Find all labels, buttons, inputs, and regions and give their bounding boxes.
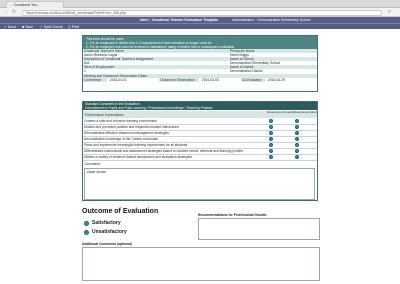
co-evaluator-date-field[interactable]: 2016-04-29 (267, 78, 315, 82)
print-button[interactable]: ⎙ Print (68, 24, 79, 30)
employment-term-field[interactable]: 1 (83, 69, 229, 73)
unsatisfactory-label: Unsatisfactory (92, 229, 127, 235)
comments-textarea[interactable]: Zaner shows (84, 168, 315, 200)
dev-needed-radio[interactable] (269, 155, 273, 159)
recommendations-textarea[interactable] (198, 218, 320, 240)
expectations-header-row: Performance Expectations Development Nee… (83, 111, 317, 118)
row-divider (83, 159, 317, 161)
teacher-info-panel: This form should be used: 1. For an empl… (82, 35, 318, 92)
dev-needed-radio[interactable] (269, 131, 273, 135)
expectation-label: Demonstrates effective classroom managem… (84, 131, 169, 135)
meets-radio[interactable] (295, 125, 299, 129)
browser-tab[interactable]: ... Vocational Tea... (6, 1, 64, 8)
outcome-heading: Outcome of Evaluation (82, 208, 159, 215)
observation-date-field[interactable]: 2016-04-04 (201, 78, 241, 82)
expectation-label: Models and promotes positive and respect… (84, 125, 179, 129)
comments-text: Zaner shows (87, 170, 106, 174)
expectation-label: Demonstrates knowledge of the Ontario cu… (84, 137, 159, 141)
development-needed-header: Development Needed (267, 111, 295, 114)
meets-radio[interactable] (295, 137, 299, 141)
satisfactory-label: Satisfactory (92, 220, 121, 226)
done-label: Done (7, 25, 17, 29)
browser-address-area: ← ↻ https://mvsess.mvdls.k.us/Rmat_vcrme… (0, 8, 400, 17)
spell-check-label: Spell Check (43, 25, 63, 29)
conference-label: Conference: (83, 78, 107, 82)
expectation-label: Utilizes a variety of evidence-based ass… (84, 155, 192, 159)
additional-comments-label: Additional Comments (optional) (82, 242, 132, 246)
meets-radio[interactable] (295, 131, 299, 135)
additional-comments-textarea[interactable] (82, 247, 320, 281)
spell-check-button[interactable]: ✓ Spell Check (40, 24, 63, 30)
print-label: Print (71, 25, 79, 29)
comments-label: Comments: (84, 162, 101, 166)
dev-needed-radio[interactable] (269, 137, 273, 141)
meets-radio[interactable] (295, 143, 299, 147)
recommendations-label: Recommendations for Professional Growth: (198, 213, 268, 217)
satisfactory-radio[interactable] (84, 221, 89, 226)
co-evaluator-label: Co-Evaluator: (241, 78, 265, 82)
expectations-header-label: Performance Expectations (85, 112, 124, 117)
dev-needed-radio[interactable] (269, 143, 273, 147)
expectation-label: Plans and implements meaningful learning… (84, 143, 188, 147)
instructions-box: This form should be used: 1. For an empl… (83, 36, 317, 49)
save-button[interactable]: ■ Save (22, 24, 33, 30)
back-arrow-icon[interactable]: ← (4, 10, 9, 15)
observation-label: Classroom Observation: (159, 78, 199, 82)
meets-expectation-header: Meets Expectation (294, 111, 318, 114)
expectation-label: Differentiates instructional and assessm… (84, 149, 244, 153)
performance-panel: Standard Contained in the Evaluation: Co… (82, 101, 318, 201)
expectation-label: Creates a safe and inclusive learning en… (84, 119, 158, 123)
browser-tab-bar: ... Vocational Tea... (0, 0, 400, 8)
standards-subtitle: Commitment to Pupils and Pupil Learning … (85, 106, 213, 110)
save-label: Save (25, 25, 34, 29)
unsatisfactory-radio[interactable] (84, 230, 89, 235)
dev-needed-radio[interactable] (269, 125, 273, 129)
conference-date-field[interactable]: 2016-04-01 (109, 78, 159, 82)
menu-icon[interactable]: ≡ (388, 10, 391, 15)
dev-needed-radio[interactable] (269, 149, 273, 153)
meets-radio[interactable] (295, 155, 299, 159)
app-toolbar: ✓ Done ■ Save ✓ Spell Check ⎙ Print (0, 23, 400, 29)
meets-radio[interactable] (295, 119, 299, 123)
standards-header: Standard Contained in the Evaluation: Co… (83, 102, 317, 110)
meets-radio[interactable] (295, 149, 299, 153)
done-button[interactable]: ✓ Done (4, 24, 16, 30)
dev-needed-radio[interactable] (269, 119, 273, 123)
refresh-icon[interactable]: ↻ (12, 10, 16, 15)
district-field[interactable]: Demonstration District (229, 69, 317, 73)
address-bar[interactable]: https://mvsess.mvdls.k.us/Rmat_vcrmensal… (22, 9, 382, 16)
